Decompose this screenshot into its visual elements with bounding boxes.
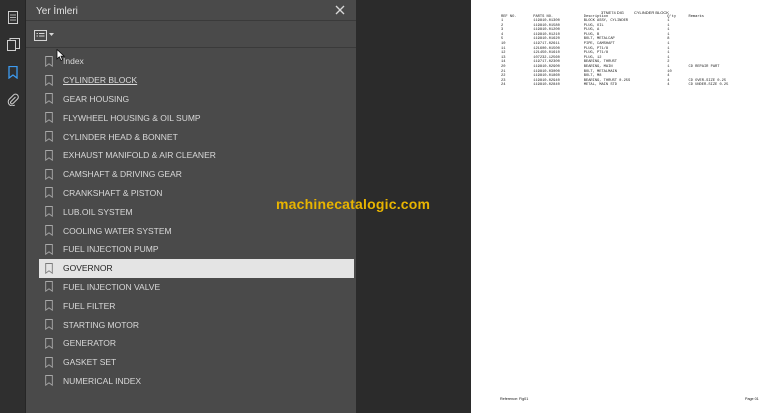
left-tool-rail — [0, 0, 26, 413]
pages-button[interactable] — [4, 35, 22, 53]
table-cell: 119810-02840 — [533, 83, 560, 88]
table-cell: CD UNDER-SIZE 0.25 — [688, 83, 729, 88]
watermark-text: machinecatalogic.com — [276, 196, 431, 212]
table-cell: 4 — [667, 83, 670, 88]
bookmark-label: GASKET SET — [63, 357, 117, 368]
bookmark-icon — [43, 224, 55, 238]
bookmark-item[interactable]: GEAR HOUSING — [39, 90, 354, 109]
app-window: Yer İmleri Index CYLINDER BLOCK GEAR HOUSI… — [0, 0, 768, 413]
bookmark-icon — [43, 130, 55, 144]
bookmark-label: GENERATOR — [63, 338, 117, 349]
bookmark-item[interactable]: COOLING WATER SYSTEM — [39, 221, 354, 240]
bookmark-label: FUEL FILTER — [63, 300, 116, 311]
bookmark-label: CRANKSHAFT & PISTON — [63, 187, 163, 198]
bookmark-icon — [43, 205, 55, 219]
bookmark-icon — [43, 280, 55, 294]
bookmark-icon — [43, 242, 55, 256]
page-thumbnail-icon — [8, 10, 18, 24]
table-cell: METAL, MAIN STD — [583, 83, 617, 88]
bookmark-label: GEAR HOUSING — [63, 93, 130, 104]
attachment-icon — [7, 93, 19, 106]
bookmark-icon — [43, 374, 55, 388]
close-panel-button[interactable] — [333, 3, 347, 17]
bookmark-item[interactable]: FUEL INJECTION VALVE — [39, 278, 354, 297]
bookmark-icon — [43, 92, 55, 106]
bookmark-item[interactable]: EXHAUST MANIFOLD & AIR CLEANER — [39, 146, 354, 165]
table-cell: 24 — [501, 83, 506, 88]
table-row: 24 119810-02840 METAL, MAIN STD 4 CD UNDER-S… — [499, 83, 759, 88]
bookmark-label: FUEL INJECTION PUMP — [63, 244, 159, 255]
bookmark-label: EXHAUST MANIFOLD & AIR CLEANER — [63, 150, 216, 161]
panel-divider — [26, 20, 356, 21]
bookmark-icon — [43, 318, 55, 332]
pages-icon — [6, 37, 20, 51]
bookmark-icon — [43, 186, 55, 200]
bookmarks-button[interactable] — [4, 63, 22, 81]
parts-table: REF NO. PARTS NO. Description Q'ty Remarks 1… — [499, 15, 759, 88]
bookmark-icon — [43, 148, 55, 162]
bookmark-item[interactable]: STARTING MOTOR — [39, 315, 354, 334]
bookmark-label: FUEL INJECTION VALVE — [63, 281, 161, 292]
bookmark-item[interactable]: CYLINDER HEAD & BONNET — [39, 127, 354, 146]
bookmark-label: CAMSHAFT & DRIVING GEAR — [63, 169, 182, 180]
list-options-icon — [34, 29, 47, 41]
bookmark-icon — [43, 73, 55, 87]
bookmark-item[interactable]: NUMERICAL INDEX — [39, 372, 354, 391]
chevron-down-icon — [49, 33, 54, 36]
bookmark-item[interactable]: GOVERNOR — [39, 258, 354, 278]
mouse-pointer-icon — [56, 49, 66, 61]
bookmark-item[interactable]: FLYWHEEL HOUSING & OIL SUMP — [39, 108, 354, 127]
bookmark-label: LUB.OIL SYSTEM — [63, 206, 133, 217]
page-footer-number: Page 01 — [745, 397, 759, 401]
bookmark-item[interactable]: FUEL FILTER — [39, 296, 354, 315]
bookmark-icon — [8, 65, 18, 79]
bookmark-label: COOLING WATER SYSTEM — [63, 225, 172, 236]
bookmark-icon — [43, 355, 55, 369]
panel-title: Yer İmleri — [36, 6, 78, 17]
bookmark-options-button[interactable] — [34, 28, 56, 42]
bookmark-label: CYLINDER BLOCK — [63, 75, 138, 86]
bookmark-icon — [43, 336, 55, 350]
attachments-button[interactable] — [4, 90, 22, 108]
bookmark-icon — [43, 54, 55, 68]
bookmark-label: CYLINDER HEAD & BONNET — [63, 131, 178, 142]
bookmark-item[interactable]: CYLINDER BLOCK — [39, 71, 354, 90]
bookmark-item[interactable]: Index — [39, 52, 354, 71]
bookmark-label: Index — [63, 56, 84, 67]
bookmark-label: FLYWHEEL HOUSING & OIL SUMP — [63, 112, 201, 123]
bookmark-icon — [43, 111, 55, 125]
bookmark-item[interactable]: GASKET SET — [39, 353, 354, 372]
bookmark-item[interactable]: FUEL INJECTION PUMP — [39, 240, 354, 259]
bookmark-item[interactable]: GENERATOR — [39, 334, 354, 353]
bookmark-label: STARTING MOTOR — [63, 319, 140, 330]
bookmark-icon — [43, 299, 55, 313]
close-icon — [335, 5, 345, 15]
document-page: 3TNE74 DIG CYLINDER BLOCK REF NO. PARTS N… — [471, 0, 768, 413]
bookmark-icon — [43, 167, 55, 181]
bookmark-item[interactable]: CAMSHAFT & DRIVING GEAR — [39, 165, 354, 184]
bookmark-list: Index CYLINDER BLOCK GEAR HOUSING FLYWHEEL … — [39, 52, 354, 390]
toolbar-divider — [26, 47, 356, 48]
bookmark-label: GOVERNOR — [63, 263, 113, 274]
bookmark-icon — [43, 261, 55, 275]
page-footer-reference: Reference: Fig01 — [500, 397, 529, 401]
bookmark-label: NUMERICAL INDEX — [63, 375, 142, 386]
sidebar-toggle-button[interactable] — [4, 8, 22, 26]
